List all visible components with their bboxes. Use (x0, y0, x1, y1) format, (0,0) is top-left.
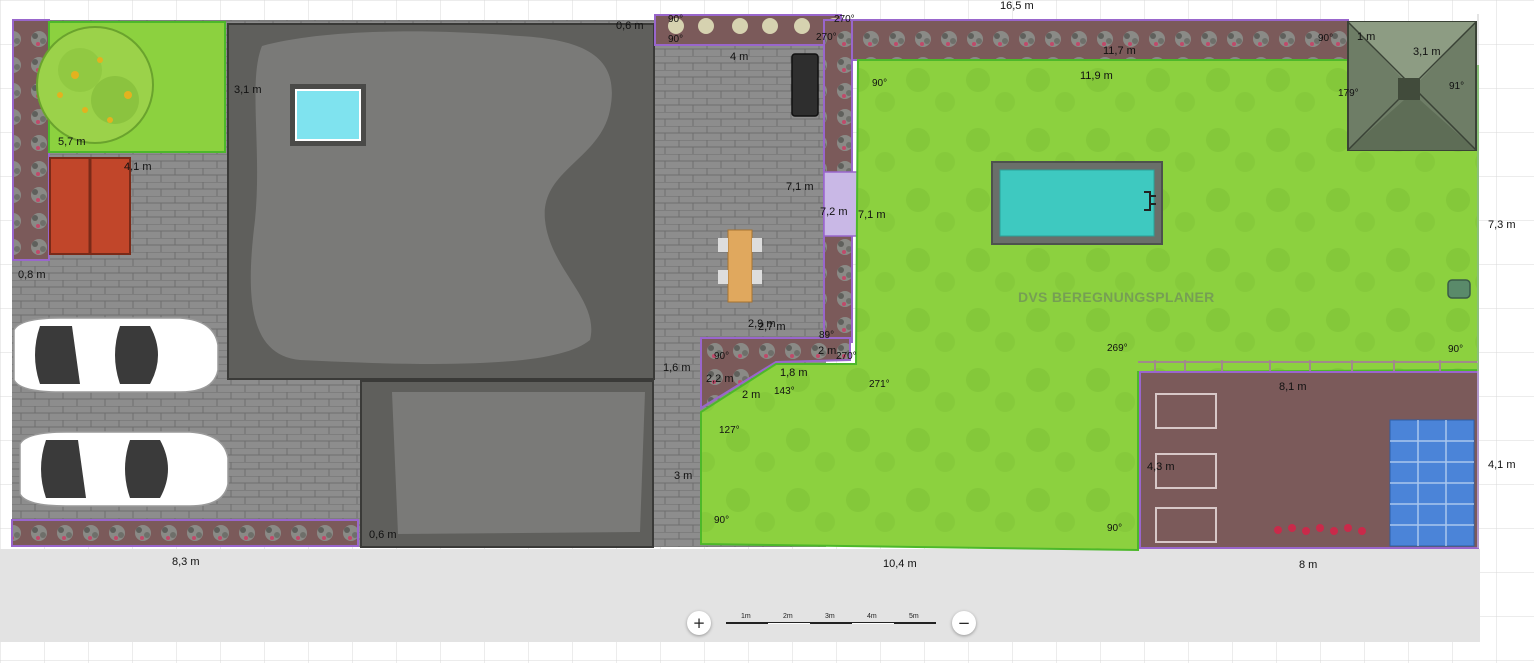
tree-icon (36, 26, 154, 144)
scale-segment (852, 622, 894, 624)
angle-label: 90° (668, 14, 684, 25)
garden-plan-canvas[interactable]: 16,5 m 11,7 m 11,9 m 1 m 3,1 m 7,3 m 4,1… (0, 0, 1534, 663)
angle-label: 89° (819, 330, 835, 341)
dimension-label: 4,3 m (1147, 461, 1175, 473)
dimension-label: 7,1 m (858, 209, 886, 221)
map-controls: + 1m 2m 3m 4m 5m − (0, 606, 1534, 640)
dimension-label: 0,6 m (369, 529, 397, 541)
scale-label: 3m (825, 613, 835, 620)
dimension-label: 4,1 m (1488, 459, 1516, 471)
dimension-label: 1,8 m (780, 367, 808, 379)
raised-bed[interactable] (1155, 507, 1217, 543)
dimension-label: 0,8 m (18, 269, 46, 281)
bed-top-right[interactable] (851, 19, 1349, 61)
scale-segment (810, 622, 852, 624)
dimension-label: 2 m (742, 389, 761, 401)
dimension-label: 1,6 m (663, 362, 691, 374)
scale-label: 5m (909, 613, 919, 620)
sprinkler-icon (1447, 279, 1471, 299)
angle-label: 270° (834, 14, 855, 25)
dimension-label: 7,1 m (786, 181, 814, 193)
raised-bed[interactable] (1155, 393, 1217, 429)
dimension-label: 7,3 m (1488, 219, 1516, 231)
scale-segment (894, 622, 936, 624)
angle-label: 90° (668, 34, 684, 45)
dimension-label: 2,2 m (706, 373, 734, 385)
car-icon (19, 431, 229, 507)
angle-label: 90° (714, 515, 730, 526)
dimension-label: 4 m (730, 51, 749, 63)
angle-label: 270° (816, 32, 837, 43)
bed-bottom[interactable] (11, 519, 359, 547)
angle-label: 90° (872, 78, 888, 89)
scale-label: 2m (783, 613, 793, 620)
angle-label: 90° (1107, 523, 1123, 534)
greenhouse[interactable] (1389, 419, 1475, 547)
dimension-label: 0,6 m (616, 20, 644, 32)
garage-roof-shape (392, 392, 645, 534)
angle-label: 271° (869, 379, 890, 390)
dimension-label: 16,5 m (1000, 0, 1034, 12)
angle-label: 270° (836, 351, 857, 362)
dimension-label: 8,3 m (172, 556, 200, 568)
dimension-label: 11,9 m (1080, 70, 1113, 82)
angle-label: 91° (1449, 81, 1465, 92)
dimension-label: 4,1 m (124, 161, 152, 173)
scale-label: 4m (867, 613, 877, 620)
bed-left-strip[interactable] (12, 19, 50, 261)
angle-label: 127° (719, 425, 740, 436)
watermark-logo: DVS BEREGNUNGSPLANER (1018, 289, 1215, 305)
zoom-in-button[interactable]: + (687, 611, 711, 635)
car-icon (13, 317, 219, 393)
scale-segment (726, 622, 768, 624)
dimension-label: 5,7 m (58, 136, 86, 148)
dimension-label: 3,1 m (1413, 46, 1441, 58)
angle-label: 90° (1448, 344, 1464, 355)
angle-label: 90° (714, 351, 730, 362)
zoom-out-button[interactable]: − (952, 611, 976, 635)
dimension-label: 1 m (1357, 31, 1376, 43)
gate[interactable] (823, 171, 859, 237)
angle-label: 269° (1107, 343, 1128, 354)
dimension-label: 3,1 m (234, 84, 262, 96)
dimension-label: 11,7 m (1103, 45, 1136, 57)
dimension-label: 8 m (1299, 559, 1318, 571)
angle-label: 90° (1318, 33, 1334, 44)
dimension-label: 10,4 m (883, 558, 917, 570)
scale-segment (768, 622, 810, 624)
dimension-label: 8,1 m (1279, 381, 1307, 393)
dimension-label: 3 m (674, 470, 693, 482)
dimension-label: 2,7 m (758, 321, 786, 333)
grill-icon (791, 53, 819, 117)
dimension-label: 2 m (818, 345, 837, 357)
scale-label: 1m (741, 613, 751, 620)
dimension-label: 7,2 m (820, 206, 848, 218)
angle-label: 143° (774, 386, 795, 397)
angle-label: 179° (1338, 88, 1359, 99)
